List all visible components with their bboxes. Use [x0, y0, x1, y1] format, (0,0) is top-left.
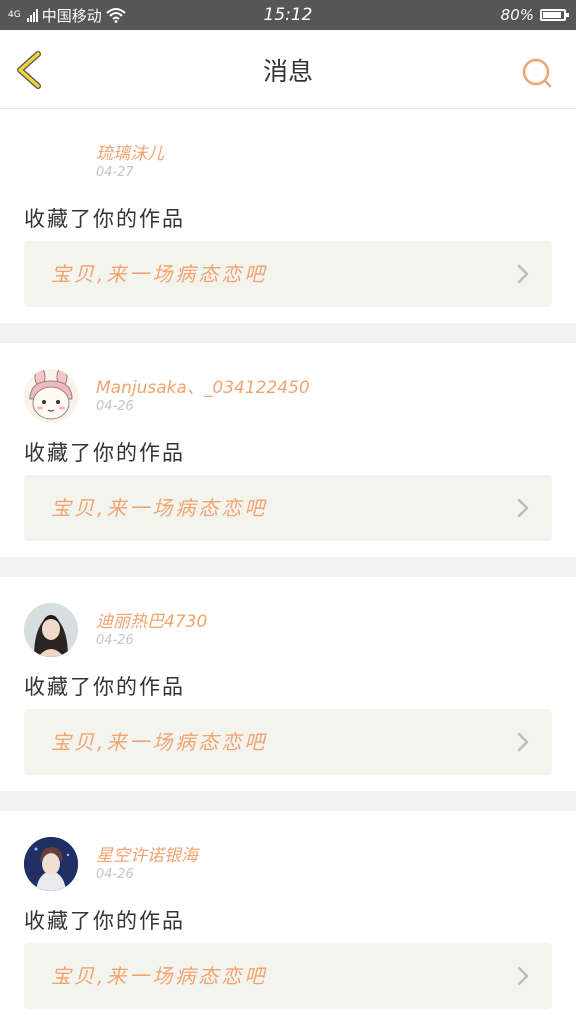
- photo-avatar: [24, 603, 78, 657]
- notification-item: Manjusaka、_034122450 04-26 收藏了你的作品 宝贝,来一…: [0, 343, 576, 557]
- chevron-right-icon: [517, 498, 529, 518]
- avatar[interactable]: [24, 603, 78, 657]
- action-text: 收藏了你的作品: [24, 441, 185, 465]
- timestamp: 04-27: [96, 165, 134, 180]
- work-link[interactable]: 宝贝,来一场病态恋吧: [24, 475, 552, 541]
- action-text: 收藏了你的作品: [24, 675, 185, 699]
- chevron-right-icon: [517, 966, 529, 986]
- timestamp: 04-26: [96, 399, 134, 414]
- status-time: 15:12: [263, 5, 313, 25]
- search-button[interactable]: [520, 56, 556, 92]
- work-link[interactable]: 宝贝,来一场病态恋吧: [24, 241, 552, 307]
- photo-avatar: [24, 837, 78, 891]
- work-title: 宝贝,来一场病态恋吧: [51, 262, 268, 286]
- notification-item: 琉璃沫儿 04-27 收藏了你的作品 宝贝,来一场病态恋吧: [0, 109, 576, 323]
- work-title: 宝贝,来一场病态恋吧: [51, 730, 268, 754]
- action-text: 收藏了你的作品: [24, 909, 185, 933]
- status-bar: 4G 中国移动 15:12 80%: [0, 0, 576, 30]
- page-title: 消息: [262, 57, 313, 86]
- chevron-right-icon: [517, 732, 529, 752]
- header-bar: 消息: [0, 30, 576, 109]
- section-divider: [0, 323, 576, 343]
- avatar[interactable]: [24, 135, 78, 189]
- action-text: 收藏了你的作品: [24, 207, 185, 231]
- timestamp: 04-26: [96, 633, 134, 648]
- notification-item: 迪丽热巴4730 04-26 收藏了你的作品 宝贝,来一场病态恋吧: [0, 577, 576, 791]
- work-title: 宝贝,来一场病态恋吧: [51, 496, 268, 520]
- timestamp: 04-26: [96, 867, 134, 882]
- username[interactable]: 迪丽热巴4730: [96, 607, 207, 632]
- section-divider: [0, 557, 576, 577]
- status-right: 80%: [500, 0, 569, 30]
- cartoon-bunny-avatar: [24, 369, 78, 423]
- battery-percent: 80%: [500, 6, 534, 24]
- notification-item: 星空许诺银海 04-26 收藏了你的作品 宝贝,来一场病态恋吧: [0, 811, 576, 1025]
- avatar[interactable]: [24, 837, 78, 891]
- work-link[interactable]: 宝贝,来一场病态恋吧: [24, 709, 552, 775]
- avatar[interactable]: [24, 369, 78, 423]
- notification-list: 琉璃沫儿 04-27 收藏了你的作品 宝贝,来一场病态恋吧 Manjusaka、…: [0, 109, 576, 1025]
- chevron-right-icon: [517, 264, 529, 284]
- username[interactable]: Manjusaka、_034122450: [96, 373, 310, 398]
- work-link[interactable]: 宝贝,来一场病态恋吧: [24, 943, 552, 1009]
- username[interactable]: 琉璃沫儿: [96, 139, 164, 164]
- section-divider: [0, 791, 576, 811]
- search-icon: [522, 58, 552, 88]
- username[interactable]: 星空许诺银海: [96, 841, 198, 866]
- battery-icon: [540, 9, 569, 21]
- work-title: 宝贝,来一场病态恋吧: [51, 964, 268, 988]
